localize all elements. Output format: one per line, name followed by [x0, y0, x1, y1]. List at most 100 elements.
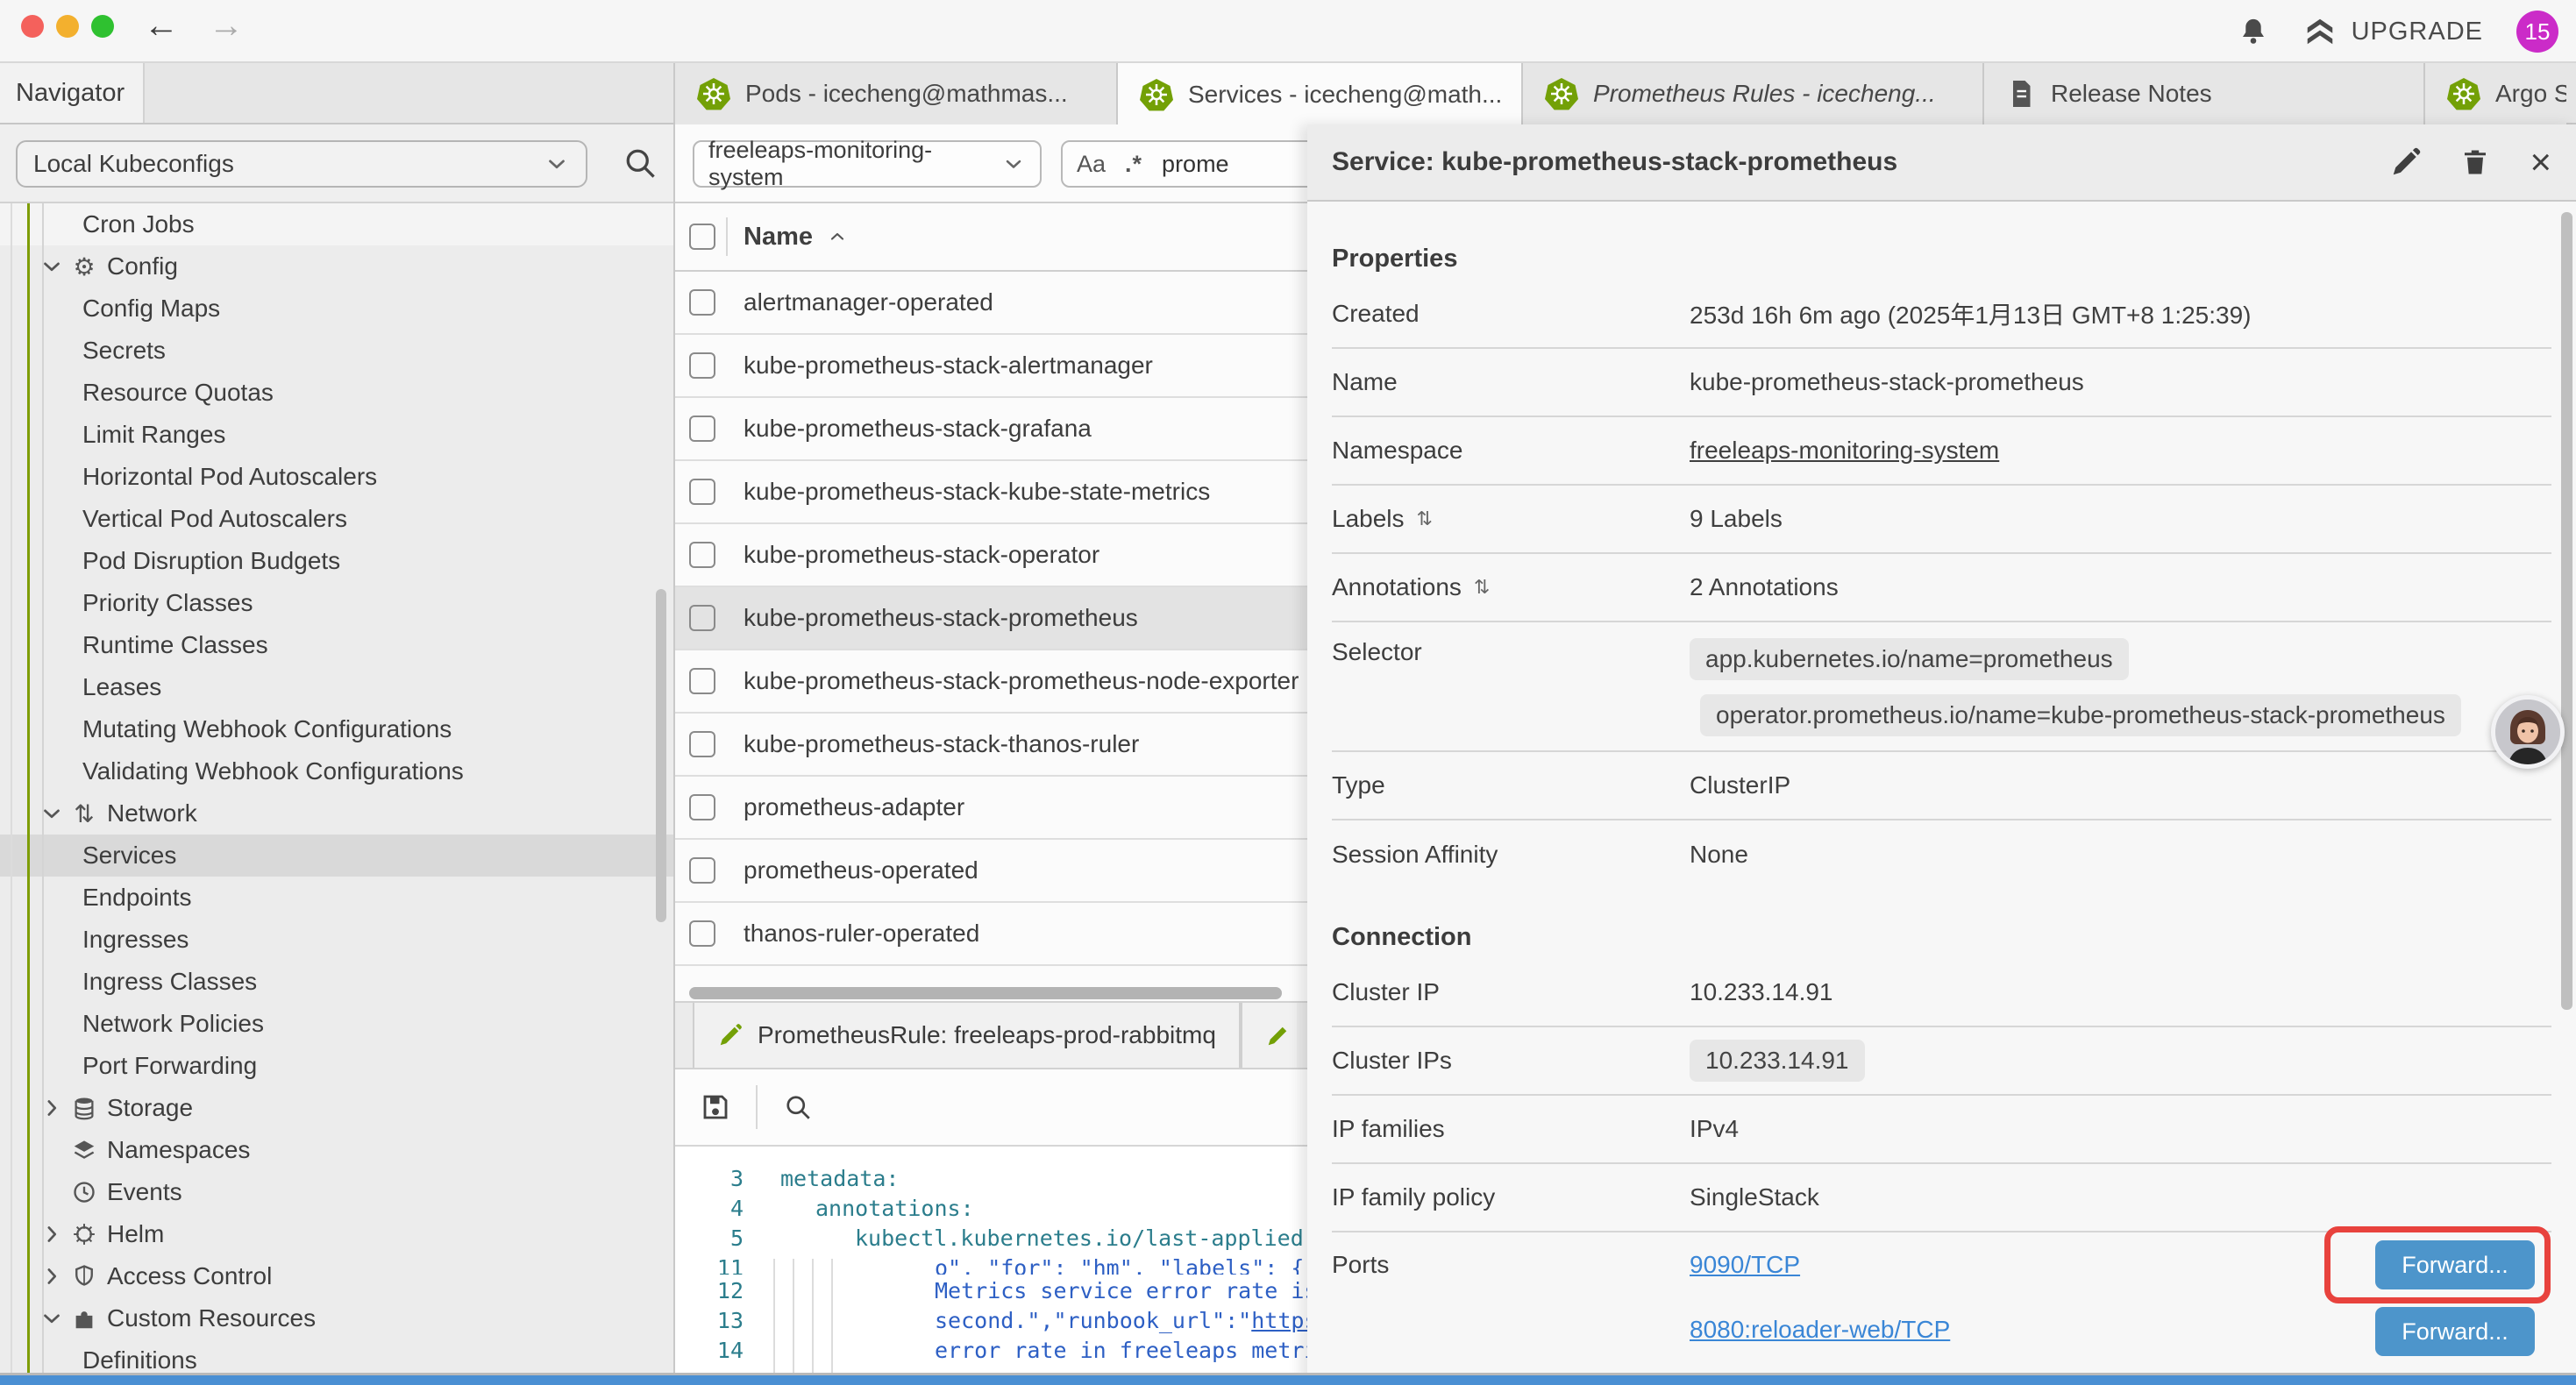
sidebar-item-ingress-classes[interactable]: Ingress Classes — [0, 961, 673, 1003]
row-checkbox[interactable] — [689, 920, 715, 947]
sidebar-item-resource-quotas[interactable]: Resource Quotas — [0, 372, 673, 414]
row-checkbox[interactable] — [689, 857, 715, 884]
sidebar-item-mutating-webhook-configurations[interactable]: Mutating Webhook Configurations — [0, 708, 673, 750]
table-row[interactable]: kube-prometheus-stack-kube-state-metrics — [675, 461, 1307, 524]
sidebar-item-leases[interactable]: Leases — [0, 666, 673, 708]
expand-updown-icon[interactable]: ⇅ — [1474, 576, 1490, 599]
kubeconfig-select[interactable]: Local Kubeconfigs — [16, 140, 587, 188]
maximize-window-button[interactable] — [91, 15, 114, 38]
table-row[interactable]: kube-prometheus-stack-prometheus-node-ex… — [675, 650, 1307, 714]
row-checkbox[interactable] — [689, 542, 715, 568]
database-icon — [70, 1094, 98, 1122]
sidebar-item-validating-webhook-configurations[interactable]: Validating Webhook Configurations — [0, 750, 673, 792]
sidebar-item-secrets[interactable]: Secrets — [0, 330, 673, 372]
sidebar-item-port-forwarding[interactable]: Port Forwarding — [0, 1045, 673, 1087]
annotation-highlight-box — [2324, 1226, 2551, 1303]
participant-avatar[interactable] — [2491, 695, 2565, 769]
sidebar-item-config[interactable]: ⚙ Config — [0, 245, 673, 288]
sidebar-item-runtime-classes[interactable]: Runtime Classes — [0, 624, 673, 666]
sidebar-item-access-control[interactable]: Access Control — [0, 1255, 673, 1297]
clock-icon — [70, 1178, 98, 1206]
row-checkbox[interactable] — [689, 352, 715, 379]
match-case-icon[interactable]: Aa — [1077, 151, 1106, 178]
upgrade-button[interactable]: UPGRADE — [2302, 16, 2483, 47]
yaml-editor[interactable]: 3metadata: 4annotations: 5kubectl.kubern… — [675, 1145, 1307, 1385]
name-column-header[interactable]: Name — [744, 223, 848, 252]
horizontal-scrollbar[interactable] — [675, 985, 1307, 1001]
sidebar-item-ingresses[interactable]: Ingresses — [0, 919, 673, 961]
sidebar-scrollbar[interactable] — [656, 589, 666, 922]
tab-argo[interactable]: Argo Se — [2425, 63, 2566, 124]
row-checkbox[interactable] — [689, 605, 715, 631]
sidebar-item-pod-disruption-budgets[interactable]: Pod Disruption Budgets — [0, 540, 673, 582]
search-icon[interactable] — [782, 1091, 814, 1123]
namespace-select[interactable]: freeleaps-monitoring-system — [693, 140, 1042, 188]
tab-pods[interactable]: Pods - icecheng@mathmas... — [675, 63, 1118, 124]
sidebar-item-vertical-pod-autoscalers[interactable]: Vertical Pod Autoscalers — [0, 498, 673, 540]
row-checkbox[interactable] — [689, 668, 715, 694]
sidebar-item-limit-ranges[interactable]: Limit Ranges — [0, 414, 673, 456]
table-row[interactable]: prometheus-operated — [675, 840, 1307, 903]
sidebar-item-services[interactable]: Services — [0, 835, 673, 877]
search-icon[interactable] — [621, 144, 659, 182]
sidebar-item-custom-resources[interactable]: Custom Resources — [0, 1297, 673, 1339]
namespace-link[interactable]: freeleaps-monitoring-system — [1690, 437, 1999, 465]
row-checkbox[interactable] — [689, 289, 715, 316]
code-url-link[interactable]: https://net — [1251, 1308, 1307, 1333]
tab-services-active[interactable]: Services - icecheng@math... × — [1118, 63, 1523, 126]
close-window-button[interactable] — [21, 15, 44, 38]
sidebar-item-cron-jobs[interactable]: Cron Jobs — [0, 203, 673, 245]
sidebar-item-network[interactable]: ⇅ Network — [0, 792, 673, 835]
port-link[interactable]: 9090/TCP — [1690, 1251, 1800, 1279]
editor-tab-prometheusrule[interactable]: PrometheusRule: freeleaps-prod-rabbitmq — [693, 1003, 1241, 1068]
expand-updown-icon[interactable]: ⇅ — [1417, 508, 1433, 530]
tab-release-notes[interactable]: Release Notes — [1984, 63, 2425, 124]
table-row-selected[interactable]: kube-prometheus-stack-prometheus — [675, 587, 1307, 650]
sidebar-item-config-maps[interactable]: Config Maps — [0, 288, 673, 330]
forward-port-button[interactable]: Forward... — [2375, 1307, 2535, 1356]
sidebar-item-helm[interactable]: Helm — [0, 1213, 673, 1255]
table-row[interactable]: kube-prometheus-stack-thanos-ruler — [675, 714, 1307, 777]
properties-section-title: Properties — [1332, 237, 2551, 281]
row-checkbox[interactable] — [689, 479, 715, 505]
sidebar-item-horizontal-pod-autoscalers[interactable]: Horizontal Pod Autoscalers — [0, 456, 673, 498]
sidebar-item-storage[interactable]: Storage — [0, 1087, 673, 1129]
table-empty-space — [675, 966, 1307, 985]
table-row[interactable]: alertmanager-operated — [675, 272, 1307, 335]
sidebar-item-priority-classes[interactable]: Priority Classes — [0, 582, 673, 624]
tab-strip: Navigator Pods - icecheng@mathmas... Ser… — [0, 63, 2576, 124]
row-checkbox[interactable] — [689, 731, 715, 757]
property-row-labels: Labels⇅ 9 Labels — [1332, 486, 2551, 554]
table-row[interactable]: kube-prometheus-stack-grafana — [675, 398, 1307, 461]
sidebar-item-events[interactable]: Events — [0, 1171, 673, 1213]
notifications-bell-icon[interactable] — [2238, 16, 2269, 47]
edit-pencil-icon[interactable] — [2389, 146, 2423, 179]
row-checkbox[interactable] — [689, 416, 715, 442]
port-link[interactable]: 8080:reloader-web/TCP — [1690, 1316, 1950, 1344]
filter-input[interactable]: Aa .* prome — [1061, 140, 1307, 188]
detail-scrollbar-thumb[interactable] — [2561, 212, 2572, 1010]
table-row[interactable]: prometheus-adapter — [675, 777, 1307, 840]
table-row[interactable]: thanos-ruler-operated — [675, 903, 1307, 966]
line-number: 4 — [675, 1194, 759, 1224]
navigator-panel-tab[interactable]: Navigator — [0, 63, 145, 123]
table-row[interactable]: kube-prometheus-stack-operator — [675, 524, 1307, 587]
sidebar-item-endpoints[interactable]: Endpoints — [0, 877, 673, 919]
back-button[interactable]: ← — [144, 6, 179, 46]
row-checkbox[interactable] — [689, 794, 715, 820]
table-row[interactable]: kube-prometheus-stack-alertmanager — [675, 335, 1307, 398]
tab-prometheus-rules[interactable]: Prometheus Rules - icecheng... — [1523, 63, 1984, 124]
horizontal-scrollbar-thumb[interactable] — [689, 987, 1282, 999]
sidebar-item-namespaces[interactable]: Namespaces — [0, 1129, 673, 1171]
minimize-window-button[interactable] — [56, 15, 79, 38]
save-icon[interactable] — [700, 1091, 731, 1123]
trash-icon[interactable] — [2459, 146, 2493, 179]
regex-icon[interactable]: .* — [1125, 151, 1142, 178]
editor-tab-partial[interactable] — [1241, 1003, 1297, 1068]
sidebar-item-network-policies[interactable]: Network Policies — [0, 1003, 673, 1045]
code-line: annotations: — [759, 1194, 974, 1224]
notification-count-badge[interactable]: 15 — [2516, 11, 2558, 53]
forward-button[interactable]: → — [209, 6, 244, 46]
close-icon[interactable]: × — [2530, 146, 2551, 179]
select-all-checkbox[interactable] — [689, 224, 715, 250]
